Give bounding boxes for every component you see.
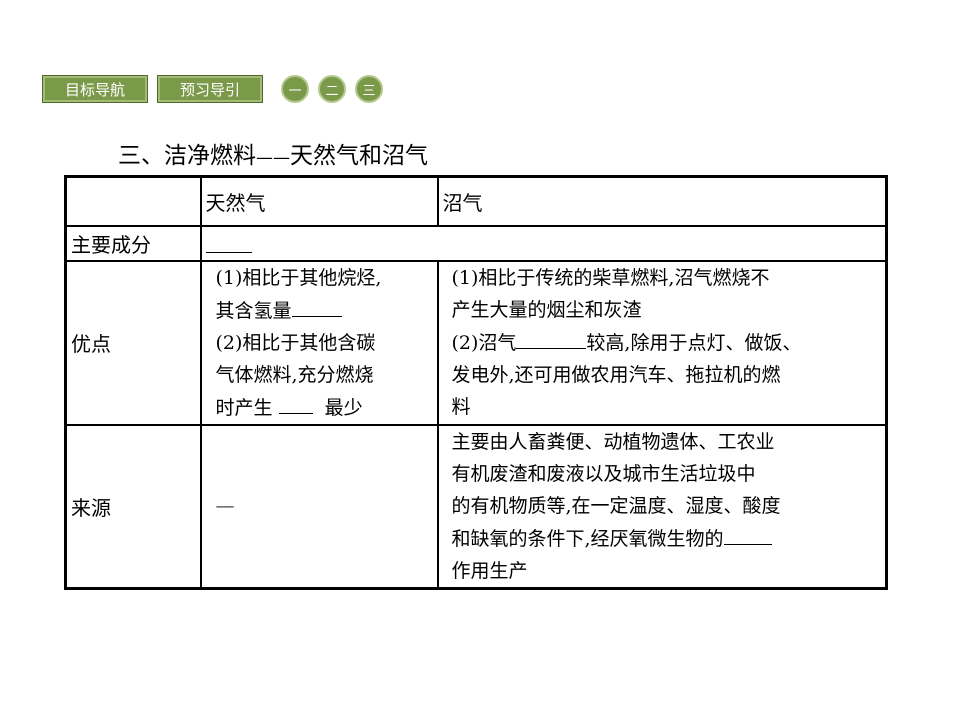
ng-adv-line1: (1)相比于其他烷烃,	[215, 266, 382, 289]
ng-adv-line2: 其含氢量	[216, 294, 437, 327]
advantage-row: 优点 (1)相比于其他烷烃, 其含氢量 (2)相比于其他含碳 气体燃料,充分燃烧…	[64, 259, 888, 426]
hydrogen-content-blank[interactable]	[291, 294, 342, 317]
title-sub: 天然气和沼气	[290, 143, 428, 169]
bg-adv-line1: (1)相比于传统的柴草燃料,沼气燃烧不	[451, 267, 770, 289]
bg-src-line4: 和缺氧的条件下,经厌氧微生物的	[452, 522, 880, 555]
component-row: 主要成分	[64, 224, 888, 262]
bg-src-line2: 有机废渣和废液以及城市生活垃圾中	[451, 462, 756, 485]
advantage-biogas-cell: (1)相比于传统的柴草燃料,沼气燃烧不 产生大量的烟尘和灰渣 (2)沼气 较高,除…	[436, 259, 888, 426]
ng-adv-line4: 气体燃料,充分燃烧	[215, 363, 374, 386]
section-1-button[interactable]: 一	[281, 75, 309, 103]
bg-src-line3: 的有机物质等,在一定温度、湿度、酸度	[451, 494, 781, 517]
source-natural-gas-cell: —	[199, 423, 439, 589]
source-row: 来源 — 主要由人畜粪便、动植物遗体、工农业 有机废渣和废液以及城市生活垃圾中 …	[64, 423, 888, 589]
least-product-blank[interactable]	[278, 391, 313, 414]
component-label: 主要成分	[64, 224, 202, 262]
header-empty-cell	[64, 175, 202, 227]
biogas-value-blank[interactable]	[516, 326, 587, 349]
nav-preview-button[interactable]: 预习导引	[157, 75, 263, 103]
source-biogas-cell: 主要由人畜粪便、动植物遗体、工农业 有机废渣和废液以及城市生活垃圾中 的有机物质…	[436, 423, 888, 589]
bg-src-line5: 作用生产	[451, 559, 528, 582]
bg-adv-line5: 料	[451, 396, 471, 418]
bg-adv-line4: 发电外,还可用做农用汽车、拖拉机的燃	[451, 364, 781, 386]
microbe-action-blank[interactable]	[723, 522, 772, 545]
bg-adv-line3: (2)沼气 较高,除用于点灯、做饭、	[452, 326, 880, 359]
title-main: 三、洁净燃料	[118, 143, 256, 169]
table-header-row: 天然气 沼气	[64, 175, 888, 227]
component-answer-cell	[199, 224, 888, 262]
section-2-button[interactable]: 二	[318, 75, 346, 103]
section-3-button[interactable]: 三	[355, 75, 383, 103]
advantage-natural-gas-cell: (1)相比于其他烷烃, 其含氢量 (2)相比于其他含碳 气体燃料,充分燃烧 时产…	[199, 259, 439, 426]
bg-src-line1: 主要由人畜粪便、动植物遗体、工农业	[451, 430, 775, 453]
advantage-label: 优点	[64, 259, 202, 426]
bg-adv-line2: 产生大量的烟尘和灰渣	[451, 299, 642, 321]
ng-adv-line5: 时产生 最少	[216, 391, 437, 424]
title-dash: ——	[256, 148, 290, 168]
header-biogas: 沼气	[436, 175, 888, 227]
nav-goal-button[interactable]: 目标导航	[42, 75, 148, 103]
section-title: 三、洁净燃料——天然气和沼气	[118, 140, 428, 174]
comparison-table: 天然气 沼气 主要成分 优点 (1)相比于其他烷烃, 其含氢量 (2)相比于其他…	[64, 175, 888, 590]
header-natural-gas: 天然气	[199, 175, 439, 227]
ng-adv-line3: (2)相比于其他含碳	[215, 331, 376, 354]
component-blank[interactable]	[205, 230, 252, 253]
nav-bar: 目标导航 预习导引 一 二 三	[42, 74, 383, 104]
source-label: 来源	[64, 423, 202, 589]
